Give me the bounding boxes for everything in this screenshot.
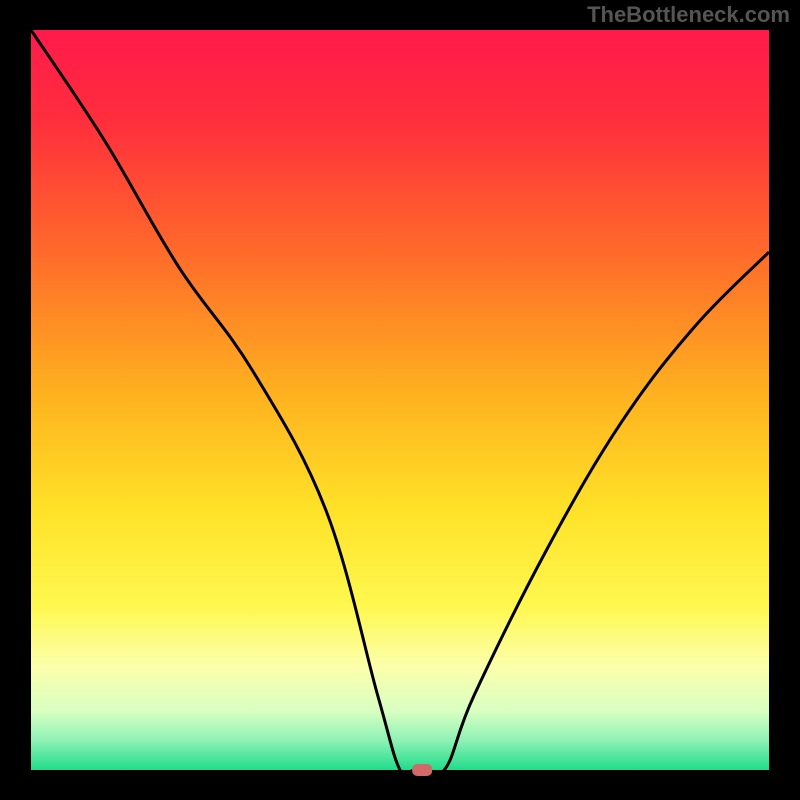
optimal-point-marker — [412, 764, 432, 776]
bottleneck-chart — [0, 0, 800, 800]
attribution-label: TheBottleneck.com — [587, 2, 790, 28]
chart-container: TheBottleneck.com — [0, 0, 800, 800]
plot-background — [31, 30, 769, 770]
